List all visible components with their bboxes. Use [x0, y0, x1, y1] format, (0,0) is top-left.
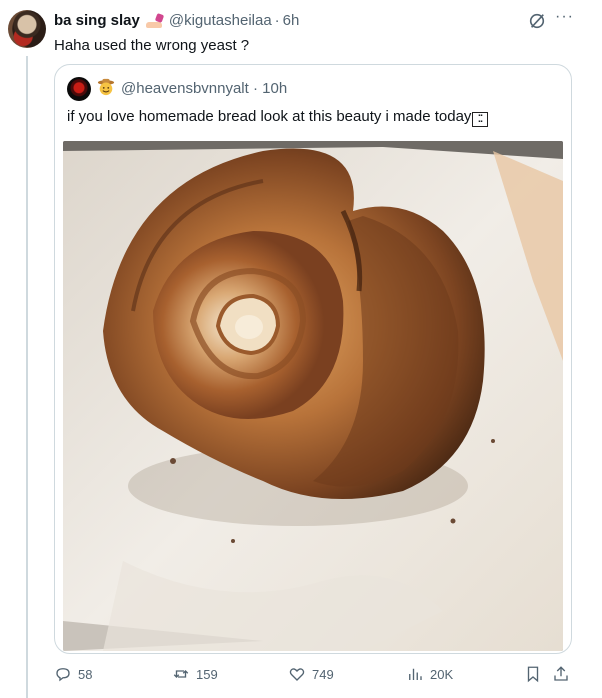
like-count: 749: [312, 666, 334, 682]
quoted-text-body: if you love homemade bread look at this …: [67, 108, 472, 125]
thread-line: [26, 56, 28, 698]
quoted-separator: ·: [252, 80, 258, 97]
quoted-author-line: @heavensbvnnyalt · 10h: [121, 80, 287, 98]
tweet-time[interactable]: 6h: [283, 12, 300, 30]
bookmark-icon: [527, 666, 539, 683]
repost-count: 159: [196, 666, 218, 682]
views-count: 20K: [430, 666, 454, 682]
share-icon: [554, 666, 568, 681]
action-bar: 58 159 749 20K: [54, 662, 574, 686]
quoted-author-handle[interactable]: @heavensbvnnyalt: [121, 80, 249, 97]
tweet-header: ba sing slay @kigutasheilaa · 6h: [54, 12, 299, 30]
reply-icon: [56, 668, 70, 682]
more-icon[interactable]: ···: [555, 9, 575, 30]
heart-icon: [289, 668, 305, 681]
unknown-emoji-glyph-icon: ▪▪ ▪▪: [472, 112, 489, 127]
reply-count: 58: [78, 666, 93, 682]
quoted-tweet-text: if you love homemade bread look at this …: [67, 107, 489, 127]
repost-button[interactable]: 159: [172, 662, 218, 686]
nail-polish-emoji-icon: [145, 13, 164, 29]
quoted-time[interactable]: 10h: [262, 80, 287, 97]
cowboy-emoji-icon: [97, 78, 115, 96]
author-handle[interactable]: @kigutasheilaa: [169, 12, 272, 30]
author-name[interactable]: ba sing slay: [54, 12, 140, 30]
quoted-tweet[interactable]: @heavensbvnnyalt · 10h if you love homem…: [54, 64, 572, 654]
author-avatar[interactable]: [8, 10, 46, 48]
bread-photo[interactable]: [63, 141, 563, 651]
views-button[interactable]: 20K: [406, 662, 453, 686]
quoted-author-avatar[interactable]: [67, 77, 91, 101]
repost-icon: [173, 670, 189, 678]
reply-button[interactable]: 58: [54, 662, 92, 686]
share-button[interactable]: [552, 662, 576, 686]
like-button[interactable]: 749: [288, 662, 334, 686]
views-icon: [409, 668, 422, 680]
bookmark-button[interactable]: [524, 662, 548, 686]
grok-icon[interactable]: [528, 12, 546, 30]
tweet-text: Haha used the wrong yeast ?: [54, 37, 250, 54]
header-separator: ·: [274, 12, 280, 29]
